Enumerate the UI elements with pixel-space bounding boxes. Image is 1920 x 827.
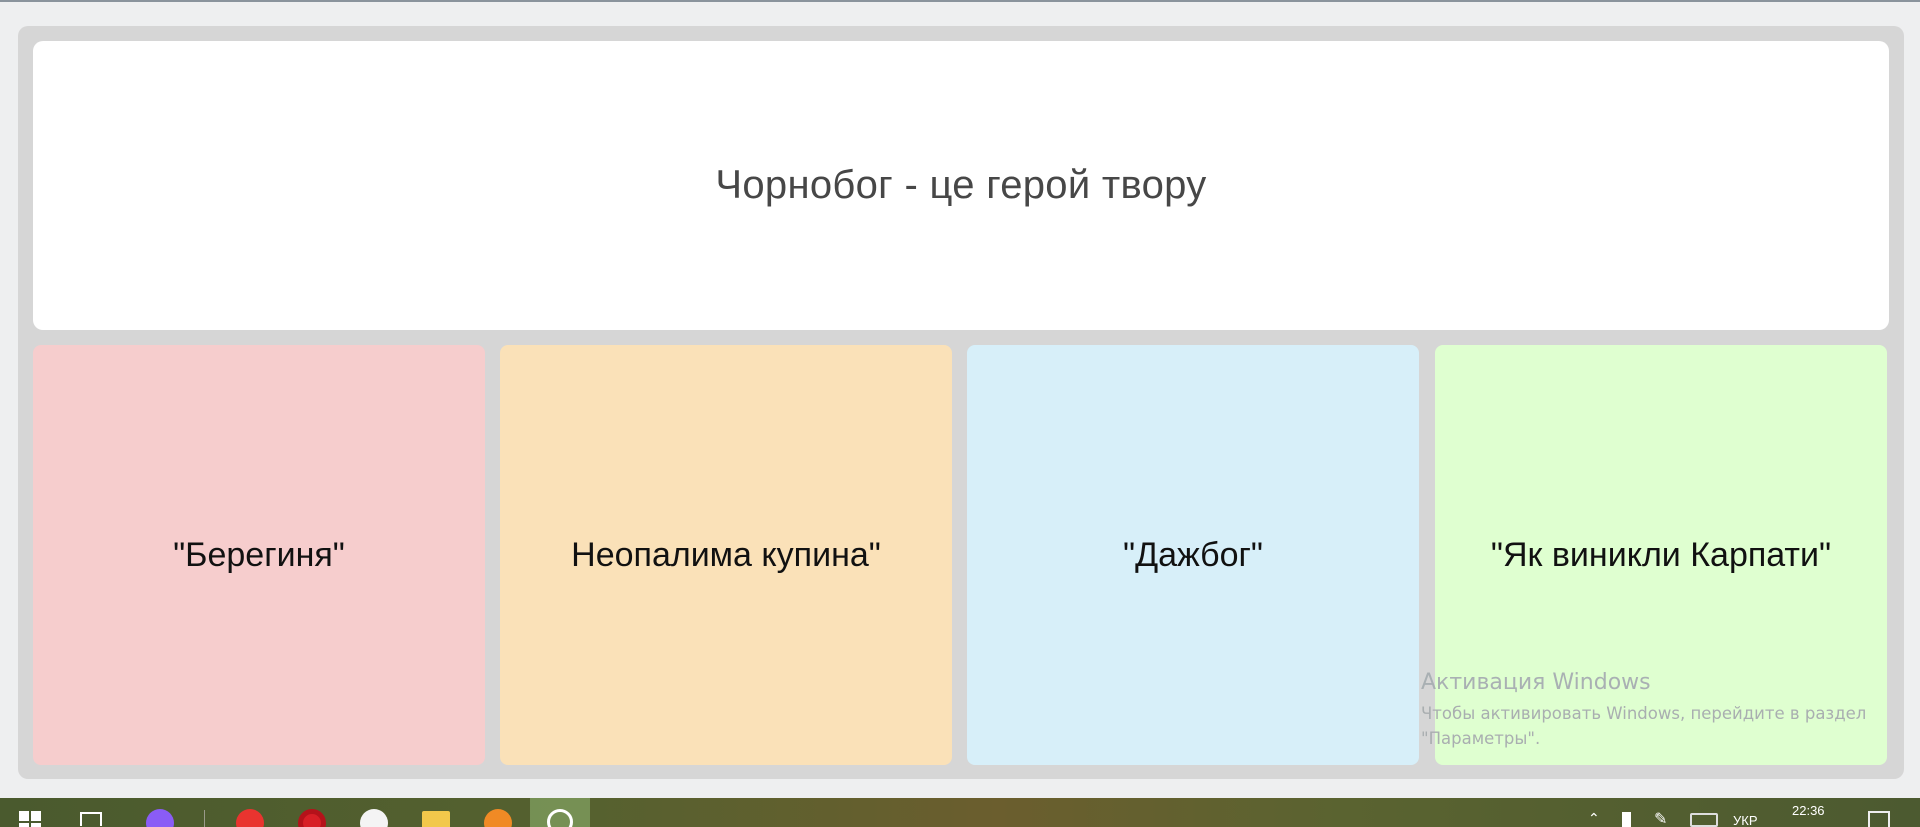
taskbar: ⌃ ✎ УКР 22:36 <box>0 798 1920 827</box>
battery-icon[interactable] <box>1622 812 1631 827</box>
yandex-browser-icon[interactable] <box>358 798 390 827</box>
tray-chevron-up-icon[interactable]: ⌃ <box>1588 810 1600 827</box>
watermark-line-2: "Параметры". <box>1421 729 1541 748</box>
language-indicator[interactable]: УКР <box>1733 813 1758 827</box>
answer-label-2: Неопалима купина" <box>571 535 881 574</box>
alice-icon[interactable] <box>144 798 176 827</box>
yandex-icon[interactable] <box>234 798 266 827</box>
opera-icon[interactable] <box>296 798 328 827</box>
notification-icon[interactable] <box>1868 811 1890 827</box>
quiz-board: Чорнобог - це герой твору "Берегиня" Нео… <box>18 26 1904 779</box>
answer-option-1[interactable]: "Берегиня" <box>33 345 485 765</box>
watermark-title: Активация Windows <box>1421 670 1651 695</box>
file-explorer-icon[interactable] <box>420 798 452 827</box>
clock[interactable]: 22:36 <box>1792 803 1825 827</box>
windows-activation-watermark: Активация Windows Чтобы активировать Win… <box>1421 670 1901 751</box>
window-top-border <box>0 0 1920 2</box>
active-app-icon[interactable] <box>530 798 590 827</box>
taskbar-separator <box>204 810 205 827</box>
answer-option-2[interactable]: Неопалима купина" <box>500 345 952 765</box>
answer-label-4: "Як виникли Карпати" <box>1490 535 1832 574</box>
firefox-icon[interactable] <box>482 798 514 827</box>
question-card: Чорнобог - це герой твору <box>33 41 1889 330</box>
question-text: Чорнобог - це герой твору <box>715 163 1207 207</box>
answer-label-3: "Дажбог" <box>1123 535 1263 574</box>
answer-label-1: "Берегиня" <box>173 535 345 574</box>
keyboard-icon[interactable] <box>1690 813 1718 827</box>
answer-option-3[interactable]: "Дажбог" <box>967 345 1419 765</box>
watermark-line-1: Чтобы активировать Windows, перейдите в … <box>1421 704 1867 723</box>
pen-icon[interactable]: ✎ <box>1654 809 1667 827</box>
task-view-icon[interactable] <box>76 798 106 827</box>
windows-start-icon[interactable] <box>18 798 42 827</box>
